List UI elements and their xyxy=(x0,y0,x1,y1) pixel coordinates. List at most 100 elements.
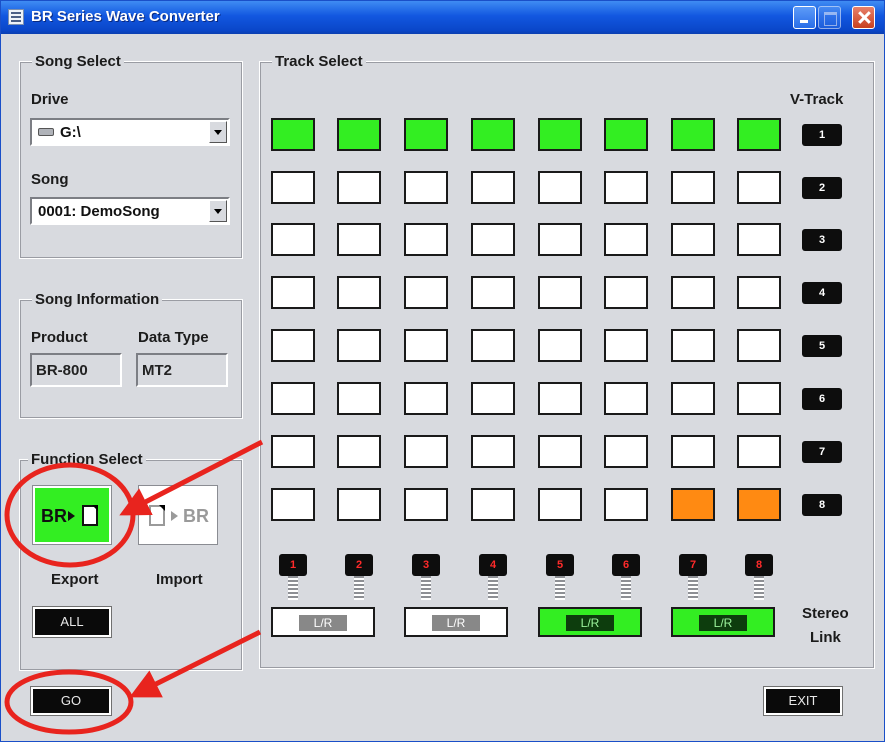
track-pad[interactable] xyxy=(337,435,381,468)
export-label: Export xyxy=(51,571,99,588)
app-icon xyxy=(8,9,24,25)
track-fader[interactable]: 8 xyxy=(745,554,773,602)
track-fader[interactable]: 1 xyxy=(279,554,307,602)
track-pad[interactable] xyxy=(337,329,381,362)
track-fader[interactable]: 5 xyxy=(546,554,574,602)
track-pad[interactable] xyxy=(471,118,515,151)
track-pad[interactable] xyxy=(538,382,582,415)
track-pad[interactable] xyxy=(538,329,582,362)
track-fader[interactable]: 3 xyxy=(412,554,440,602)
track-pad[interactable] xyxy=(471,329,515,362)
track-pad[interactable] xyxy=(471,488,515,521)
track-pad[interactable] xyxy=(538,276,582,309)
song-information-title: Song Information xyxy=(32,291,163,308)
product-label: Product xyxy=(31,329,88,346)
track-pad[interactable] xyxy=(671,329,715,362)
track-pad[interactable] xyxy=(671,488,715,521)
track-pad[interactable] xyxy=(471,171,515,204)
track-pad[interactable] xyxy=(404,171,448,204)
track-number-label: 8 xyxy=(745,554,773,576)
track-pad[interactable] xyxy=(404,223,448,256)
v-track-label: 1 xyxy=(802,124,842,146)
track-pad[interactable] xyxy=(671,118,715,151)
track-pad[interactable] xyxy=(671,171,715,204)
track-pad[interactable] xyxy=(737,488,781,521)
title-bar[interactable]: BR Series Wave Converter xyxy=(1,1,884,34)
chevron-down-icon[interactable] xyxy=(209,121,227,143)
track-pad[interactable] xyxy=(404,276,448,309)
track-pad[interactable] xyxy=(337,276,381,309)
track-fader[interactable]: 2 xyxy=(345,554,373,602)
track-pad[interactable] xyxy=(604,118,648,151)
go-button[interactable]: GO xyxy=(30,686,112,716)
function-select-title: Function Select xyxy=(28,451,146,468)
track-fader[interactable]: 4 xyxy=(479,554,507,602)
track-pad[interactable] xyxy=(404,329,448,362)
track-pad[interactable] xyxy=(604,329,648,362)
track-pad[interactable] xyxy=(737,223,781,256)
close-button[interactable] xyxy=(852,6,875,29)
track-pad[interactable] xyxy=(671,276,715,309)
minimize-button[interactable] xyxy=(793,6,816,29)
track-pad[interactable] xyxy=(671,382,715,415)
track-pad[interactable] xyxy=(538,435,582,468)
track-pad[interactable] xyxy=(737,276,781,309)
track-pad[interactable] xyxy=(471,382,515,415)
track-pad[interactable] xyxy=(737,435,781,468)
track-pad[interactable] xyxy=(737,329,781,362)
track-pad[interactable] xyxy=(737,171,781,204)
track-pad[interactable] xyxy=(271,382,315,415)
track-pad[interactable] xyxy=(604,171,648,204)
track-pad[interactable] xyxy=(471,276,515,309)
all-button[interactable]: ALL xyxy=(32,606,112,638)
track-pad[interactable] xyxy=(404,435,448,468)
track-pad[interactable] xyxy=(538,118,582,151)
stereo-link-button[interactable]: L/R xyxy=(538,607,642,637)
track-pad[interactable] xyxy=(471,435,515,468)
track-pad[interactable] xyxy=(538,171,582,204)
track-number-label: 2 xyxy=(345,554,373,576)
track-pad[interactable] xyxy=(271,118,315,151)
track-pad[interactable] xyxy=(404,488,448,521)
drive-select[interactable]: G:\ xyxy=(30,118,230,146)
track-pad[interactable] xyxy=(671,435,715,468)
app-window: BR Series Wave Converter Song Select Dri… xyxy=(0,0,885,742)
track-pad[interactable] xyxy=(271,488,315,521)
track-pad[interactable] xyxy=(604,223,648,256)
v-track-label: 8 xyxy=(802,494,842,516)
track-pad[interactable] xyxy=(337,223,381,256)
track-pad[interactable] xyxy=(471,223,515,256)
track-pad[interactable] xyxy=(337,382,381,415)
track-pad[interactable] xyxy=(271,276,315,309)
track-pad[interactable] xyxy=(737,382,781,415)
track-pad[interactable] xyxy=(271,223,315,256)
track-fader[interactable]: 6 xyxy=(612,554,640,602)
track-pad[interactable] xyxy=(604,382,648,415)
track-pad[interactable] xyxy=(271,329,315,362)
track-pad[interactable] xyxy=(604,276,648,309)
track-pad[interactable] xyxy=(538,488,582,521)
track-pad[interactable] xyxy=(271,435,315,468)
stereo-link-button[interactable]: L/R xyxy=(271,607,375,637)
track-pad[interactable] xyxy=(404,118,448,151)
chevron-down-icon[interactable] xyxy=(209,200,227,222)
fader-stem xyxy=(488,576,498,600)
stereo-link-button[interactable]: L/R xyxy=(671,607,775,637)
track-pad[interactable] xyxy=(737,118,781,151)
track-pad[interactable] xyxy=(404,382,448,415)
track-fader[interactable]: 7 xyxy=(679,554,707,602)
track-pad[interactable] xyxy=(337,171,381,204)
stereo-link-button[interactable]: L/R xyxy=(404,607,508,637)
export-button[interactable]: BR xyxy=(32,485,112,545)
track-pad[interactable] xyxy=(671,223,715,256)
maximize-button[interactable] xyxy=(818,6,841,29)
import-button[interactable]: BR xyxy=(138,485,218,545)
song-select[interactable]: 0001: DemoSong xyxy=(30,197,230,225)
track-pad[interactable] xyxy=(271,171,315,204)
track-pad[interactable] xyxy=(337,488,381,521)
track-pad[interactable] xyxy=(538,223,582,256)
track-pad[interactable] xyxy=(604,435,648,468)
track-pad[interactable] xyxy=(337,118,381,151)
exit-button[interactable]: EXIT xyxy=(763,686,843,716)
track-pad[interactable] xyxy=(604,488,648,521)
